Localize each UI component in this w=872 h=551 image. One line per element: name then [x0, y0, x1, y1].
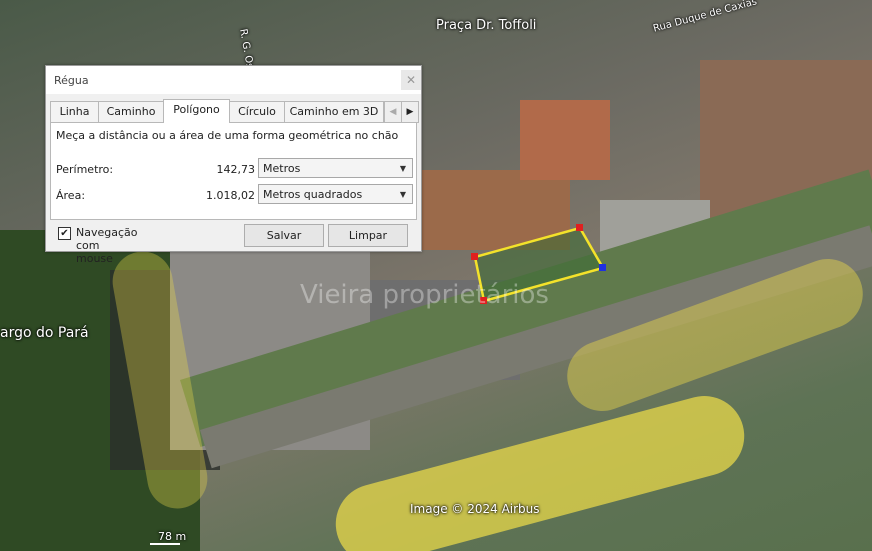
- close-icon[interactable]: ✕: [401, 70, 421, 90]
- perimeter-label: Perímetro:: [56, 163, 114, 176]
- perimeter-unit-value: Metros: [263, 162, 301, 175]
- perimeter-unit-select[interactable]: Metros ▼: [258, 158, 413, 178]
- watermark: Vieira proprietários: [300, 280, 549, 310]
- area-value: 1.018,02: [206, 189, 255, 202]
- place-label-praca: Praça Dr. Toffoli: [436, 18, 537, 33]
- measure-panel: Meça a distância ou a área de uma forma …: [50, 122, 417, 220]
- tab-poligono[interactable]: Polígono: [163, 99, 230, 123]
- perimeter-value: 142,73: [216, 163, 256, 176]
- tab-circulo[interactable]: Círculo: [229, 101, 285, 122]
- description-text: Meça a distância ou a área de uma forma …: [56, 129, 399, 142]
- tab-caminho[interactable]: Caminho: [98, 101, 164, 122]
- image-attribution: Image © 2024 Airbus: [410, 502, 540, 516]
- scale-label: 78 m: [158, 530, 187, 543]
- polygon-vertex: [599, 264, 606, 271]
- chevron-down-icon: ▼: [399, 190, 406, 199]
- tab-scroll-right-icon[interactable]: ▶: [401, 101, 419, 123]
- place-label-largo: argo do Pará: [0, 325, 89, 341]
- area-unit-select[interactable]: Metros quadrados ▼: [258, 184, 413, 204]
- mouse-navigation-checkbox[interactable]: ✔: [58, 227, 71, 240]
- tab-linha[interactable]: Linha: [50, 101, 99, 122]
- clear-button[interactable]: Limpar: [328, 224, 408, 247]
- area-label: Área:: [56, 189, 86, 202]
- dialog-titlebar[interactable]: Régua ✕: [46, 66, 421, 94]
- polygon-vertex: [576, 224, 583, 231]
- polygon-vertex: [471, 253, 478, 260]
- mouse-navigation-label: Navegação com mouse: [76, 226, 138, 265]
- save-button[interactable]: Salvar: [244, 224, 324, 247]
- tab-caminho-3d[interactable]: Caminho em 3D: [284, 101, 384, 122]
- scale-bar: [150, 543, 180, 545]
- tab-bar: Linha Caminho Polígono Círculo Caminho e…: [50, 99, 419, 123]
- dialog-title: Régua: [54, 74, 89, 87]
- area-unit-value: Metros quadrados: [263, 188, 363, 201]
- chevron-down-icon: ▼: [399, 164, 406, 173]
- tab-scroll-left-icon[interactable]: ◀: [384, 101, 402, 123]
- ruler-dialog: Régua ✕ Linha Caminho Polígono Círculo C…: [45, 65, 422, 265]
